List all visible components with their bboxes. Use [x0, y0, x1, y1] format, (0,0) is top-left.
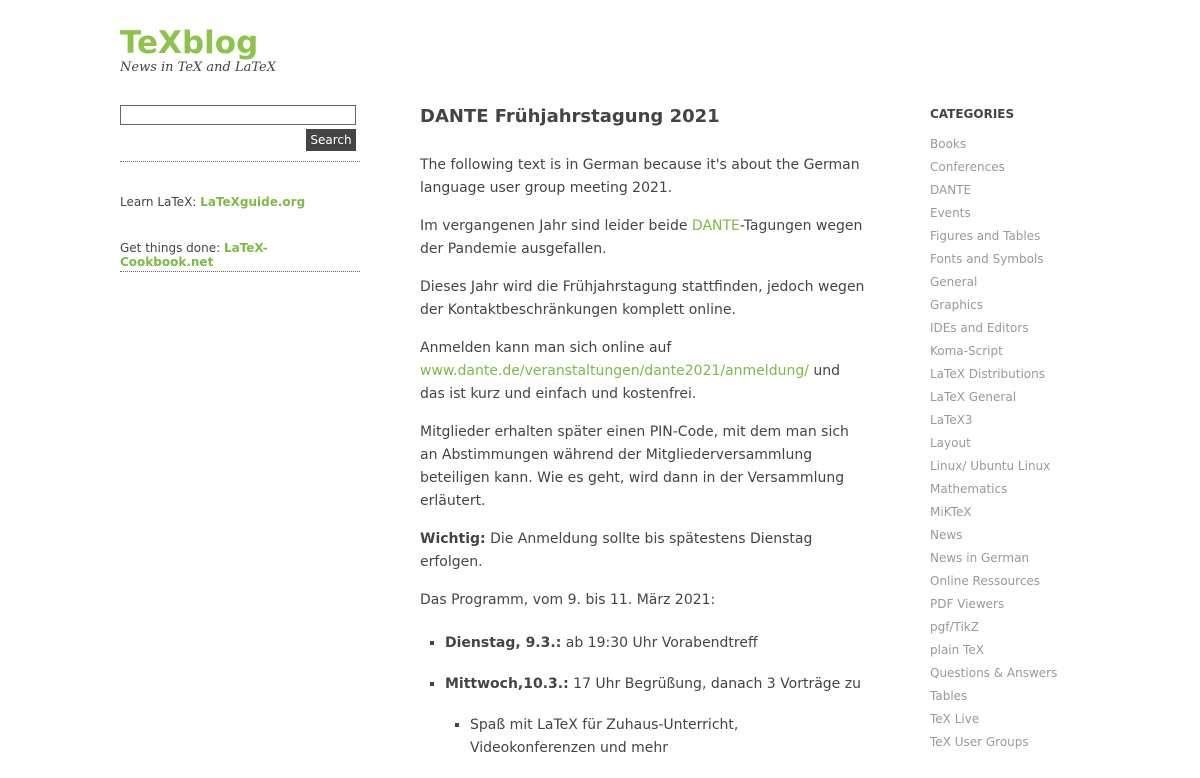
get-things-done-label: Get things done:: [120, 241, 221, 255]
category-link[interactable]: plain TeX: [930, 639, 1130, 662]
search-button[interactable]: Search: [306, 129, 356, 151]
category-link[interactable]: DANTE: [930, 179, 1130, 202]
dante-link[interactable]: DANTE: [692, 218, 740, 234]
sidebar-divider: [120, 161, 360, 162]
category-link[interactable]: Figures and Tables: [930, 225, 1130, 248]
category-link[interactable]: News in German: [930, 547, 1130, 570]
category-link[interactable]: Conferences: [930, 156, 1130, 179]
category-link[interactable]: MiKTeX: [930, 501, 1130, 524]
post-paragraph: Anmelden kann man sich online auf www.da…: [420, 337, 865, 406]
program-list: Dienstag, 9.3.: ab 19:30 Uhr Vorabendtre…: [420, 632, 865, 760]
program-sublist: Spaß mit LaTeX für Zuhaus-Unterricht, Vi…: [445, 714, 865, 760]
post-paragraph: The following text is in German because …: [420, 157, 860, 196]
post-title[interactable]: DANTE Frühjahrstagung 2021: [420, 104, 865, 130]
search-input[interactable]: [120, 105, 356, 125]
category-link[interactable]: Events: [930, 202, 1130, 225]
category-link[interactable]: Mathematics: [930, 478, 1130, 501]
left-sidebar: Search Learn LaTeX: LaTeXguide.org Get t…: [120, 105, 360, 272]
post-content: DANTE Frühjahrstagung 2021 The following…: [420, 104, 865, 778]
category-link[interactable]: Questions & Answers: [930, 662, 1130, 685]
site-title[interactable]: TeXblog: [120, 24, 258, 62]
category-link[interactable]: General: [930, 271, 1130, 294]
category-link[interactable]: Fonts and Symbols: [930, 248, 1130, 271]
program-text: ab 19:30 Uhr Vorabendtreff: [561, 635, 758, 651]
latexguide-link[interactable]: LaTeXguide.org: [200, 195, 305, 209]
category-link[interactable]: Online Ressources: [930, 570, 1130, 593]
program-text: 17 Uhr Begrüßung, danach 3 Vorträge zu: [568, 676, 861, 692]
category-link[interactable]: Books: [930, 133, 1130, 156]
site-tagline: News in TeX and LaTeX: [120, 60, 276, 75]
post-paragraph: Dieses Jahr wird die Frühjahrstagung sta…: [420, 279, 865, 318]
category-link[interactable]: News: [930, 524, 1130, 547]
category-link[interactable]: Koma-Script: [930, 340, 1130, 363]
post-paragraph: Im vergangenen Jahr sind leider beide DA…: [420, 215, 865, 261]
learn-latex-widget: Learn LaTeX: LaTeXguide.org: [120, 195, 305, 209]
program-item: Mittwoch,10.3.: 17 Uhr Begrüßung, danach…: [445, 673, 865, 760]
category-link[interactable]: pgf/TikZ: [930, 616, 1130, 639]
program-item: Dienstag, 9.3.: ab 19:30 Uhr Vorabendtre…: [445, 632, 865, 655]
program-day: Mittwoch,10.3.:: [445, 676, 569, 692]
get-things-done-widget: Get things done: LaTeX-Cookbook.net: [120, 241, 360, 269]
categories-widget: CATEGORIES Books Conferences DANTE Events Fi…: [930, 107, 1130, 754]
category-link[interactable]: Linux/ Ubuntu Linux: [930, 455, 1130, 478]
important-label: Wichtig:: [420, 531, 486, 547]
category-link[interactable]: TeX User Groups: [930, 731, 1130, 754]
category-link[interactable]: Tables: [930, 685, 1130, 708]
category-link[interactable]: PDF Viewers: [930, 593, 1130, 616]
categories-heading: CATEGORIES: [930, 107, 1015, 121]
category-link[interactable]: LaTeX General: [930, 386, 1130, 409]
categories-list: Books Conferences DANTE Events Figures and T…: [930, 133, 1130, 754]
post-paragraph: Das Programm, vom 9. bis 11. März 2021:: [420, 592, 716, 608]
post-paragraph: Wichtig: Die Anmeldung sollte bis spätes…: [420, 528, 865, 574]
registration-link[interactable]: www.dante.de/veranstaltungen/dante2021/a…: [420, 363, 809, 379]
category-link[interactable]: TeX Live: [930, 708, 1130, 731]
category-link[interactable]: LaTeX Distributions: [930, 363, 1130, 386]
category-link[interactable]: Graphics: [930, 294, 1130, 317]
sidebar-divider: [120, 271, 360, 272]
text-span: Anmelden kann man sich online auf: [420, 340, 672, 356]
post-paragraph: Mitglieder erhalten später einen PIN-Cod…: [420, 424, 849, 509]
category-link[interactable]: IDEs and Editors: [930, 317, 1130, 340]
category-link[interactable]: LaTeX3: [930, 409, 1130, 432]
category-link[interactable]: Layout: [930, 432, 1130, 455]
text-span: Im vergangenen Jahr sind leider beide: [420, 218, 692, 234]
program-day: Dienstag, 9.3.:: [445, 635, 562, 651]
learn-latex-label: Learn LaTeX:: [120, 195, 197, 209]
program-subitem: Spaß mit LaTeX für Zuhaus-Unterricht, Vi…: [470, 714, 865, 760]
